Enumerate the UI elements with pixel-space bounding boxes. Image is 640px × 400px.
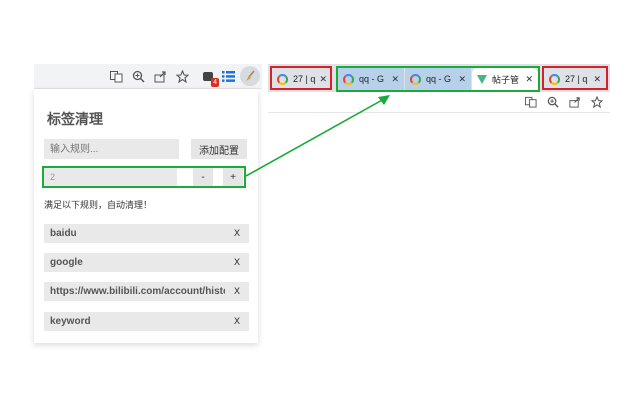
connector-arrow — [0, 0, 640, 400]
